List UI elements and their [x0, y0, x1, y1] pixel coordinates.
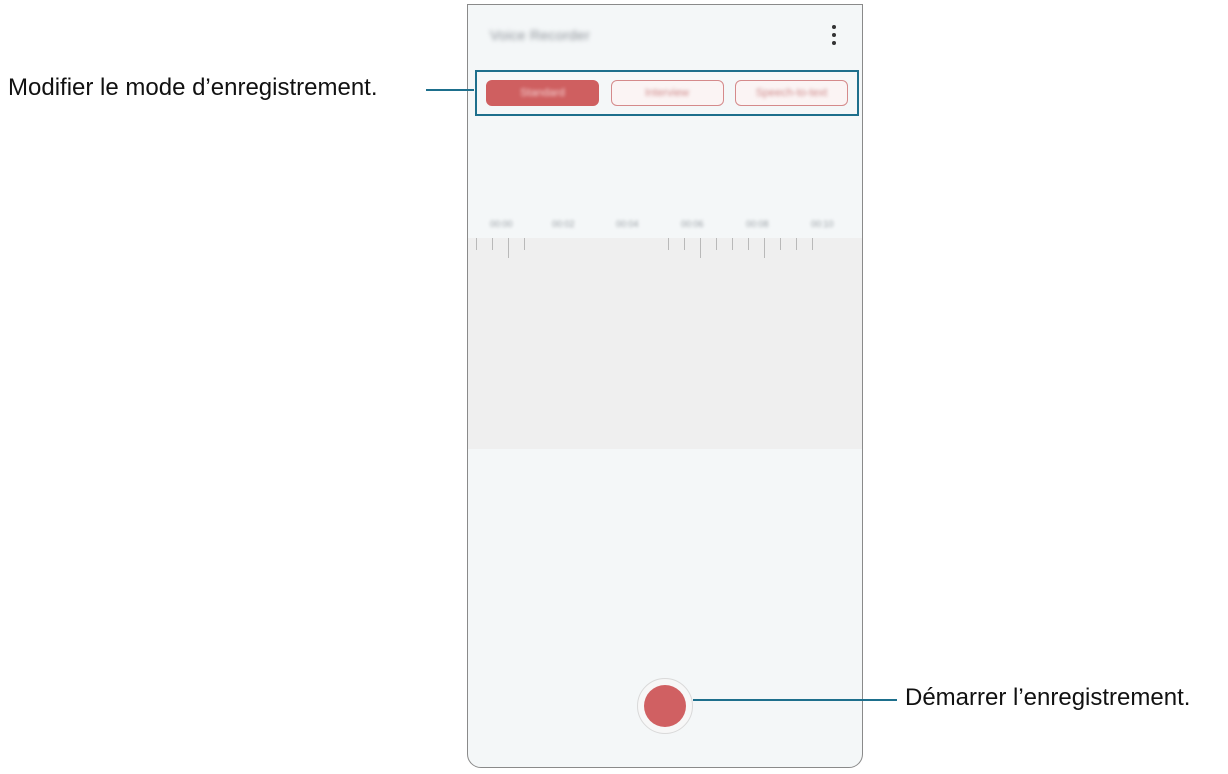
callout-line-mode [426, 89, 474, 91]
waveform-area [468, 238, 862, 449]
timeline-tick [716, 238, 717, 250]
timeline-label: 00:08 [746, 219, 769, 229]
timeline-tick [732, 238, 733, 250]
callout-record: Démarrer l’enregistrement. [905, 684, 1191, 711]
timeline-label: 00:06 [681, 219, 704, 229]
timeline-labels: 00:00 00:02 00:04 00:06 00:08 00:10 [468, 219, 862, 233]
timeline-tick [812, 238, 813, 250]
timeline-label: 00:00 [490, 219, 513, 229]
mode-tab-label: Standard [520, 87, 565, 99]
callout-line-record [693, 699, 897, 701]
phone-screen: Voice Recorder Standard Interview Speech… [467, 4, 863, 768]
callout-mode: Modifier le mode d’enregistrement. [8, 74, 378, 101]
timeline-label: 00:10 [811, 219, 834, 229]
timeline-tick [780, 238, 781, 250]
more-options-icon[interactable] [828, 25, 840, 45]
timeline-tick [492, 238, 493, 250]
mode-tab-speech-to-text[interactable]: Speech-to-text [735, 80, 848, 106]
timeline-tick [684, 238, 685, 250]
timeline-label: 00:04 [616, 219, 639, 229]
timeline-label: 00:02 [552, 219, 575, 229]
timeline-tick [476, 238, 477, 250]
mode-tab-label: Interview [644, 87, 690, 99]
record-button[interactable] [637, 678, 693, 734]
record-icon[interactable] [644, 685, 686, 727]
timeline-tick [748, 238, 749, 250]
timeline-tick [700, 238, 701, 258]
timeline-tick [796, 238, 797, 250]
mode-tab-label: Speech-to-text [755, 87, 828, 99]
timeline-tick [668, 238, 669, 250]
mode-tab-standard[interactable]: Standard [486, 80, 599, 106]
app-title: Voice Recorder [490, 27, 590, 43]
timeline-tick [524, 238, 525, 250]
recording-mode-bar: Standard Interview Speech-to-text [475, 70, 859, 116]
timeline-tick [508, 238, 509, 258]
timeline-tick [764, 238, 765, 258]
mode-tab-interview[interactable]: Interview [610, 80, 724, 106]
